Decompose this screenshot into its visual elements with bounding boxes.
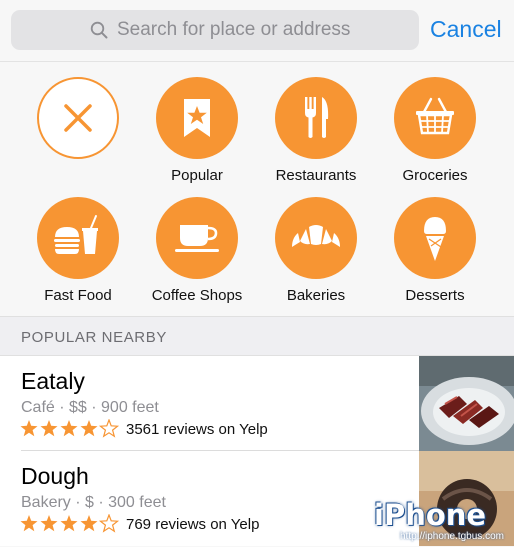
result-dough[interactable]: Dough Bakery · $ · 300 feet 769 reviews … bbox=[0, 451, 514, 546]
fork-knife-icon bbox=[305, 97, 329, 138]
close-icon bbox=[64, 104, 92, 132]
category-label: Restaurants bbox=[275, 167, 357, 184]
star-full-icon bbox=[60, 515, 78, 532]
popular-nearby-header: POPULAR NEARBY bbox=[0, 316, 514, 356]
category-label: Fast Food bbox=[44, 287, 112, 304]
star-full-icon bbox=[40, 515, 58, 532]
place-name: Dough bbox=[21, 463, 89, 489]
star-full-icon bbox=[60, 420, 78, 437]
rating-stars bbox=[20, 514, 119, 532]
category-label: Bakeries bbox=[286, 287, 346, 304]
category-circle bbox=[275, 77, 357, 159]
category-label: Groceries bbox=[402, 167, 468, 184]
food-photo bbox=[419, 356, 514, 451]
review-count: 3561 reviews on Yelp bbox=[126, 421, 268, 438]
place-details: Café · $$ · 900 feet bbox=[21, 399, 159, 416]
star-full-icon bbox=[40, 420, 58, 437]
close-button-circle bbox=[37, 77, 119, 159]
search-input[interactable] bbox=[117, 16, 412, 44]
burger-drink-icon bbox=[54, 215, 98, 254]
category-label: Popular bbox=[171, 167, 223, 184]
search-bar[interactable] bbox=[11, 10, 419, 50]
place-details: Bakery · $ · 300 feet bbox=[21, 494, 166, 511]
ice-cream-icon bbox=[424, 217, 446, 261]
star-empty-icon bbox=[99, 419, 119, 437]
category-circle bbox=[37, 197, 119, 279]
bookmark-star-icon bbox=[184, 99, 210, 137]
result-eataly[interactable]: Eataly Café · $$ · 900 feet 3561 reviews… bbox=[0, 356, 514, 451]
rating-stars bbox=[20, 419, 119, 437]
category-circle bbox=[156, 197, 238, 279]
cancel-button[interactable]: Cancel bbox=[430, 16, 502, 43]
star-full-icon bbox=[80, 420, 98, 437]
search-icon bbox=[90, 21, 108, 39]
star-full-icon bbox=[20, 515, 38, 532]
star-full-icon bbox=[20, 420, 38, 437]
category-circle bbox=[394, 77, 476, 159]
food-photo bbox=[419, 451, 514, 546]
place-name: Eataly bbox=[21, 368, 85, 394]
category-label: Coffee Shops bbox=[151, 287, 243, 304]
croissant-icon bbox=[292, 225, 340, 247]
category-circle bbox=[394, 197, 476, 279]
category-label: Desserts bbox=[405, 287, 465, 304]
section-title: POPULAR NEARBY bbox=[21, 329, 167, 346]
category-circle bbox=[275, 197, 357, 279]
review-count: 769 reviews on Yelp bbox=[126, 516, 260, 533]
star-full-icon bbox=[80, 515, 98, 532]
star-half-icon bbox=[99, 514, 119, 532]
category-circle bbox=[156, 77, 238, 159]
coffee-cup-icon bbox=[175, 225, 219, 252]
search-header: Cancel bbox=[0, 0, 514, 62]
basket-icon bbox=[416, 97, 454, 135]
